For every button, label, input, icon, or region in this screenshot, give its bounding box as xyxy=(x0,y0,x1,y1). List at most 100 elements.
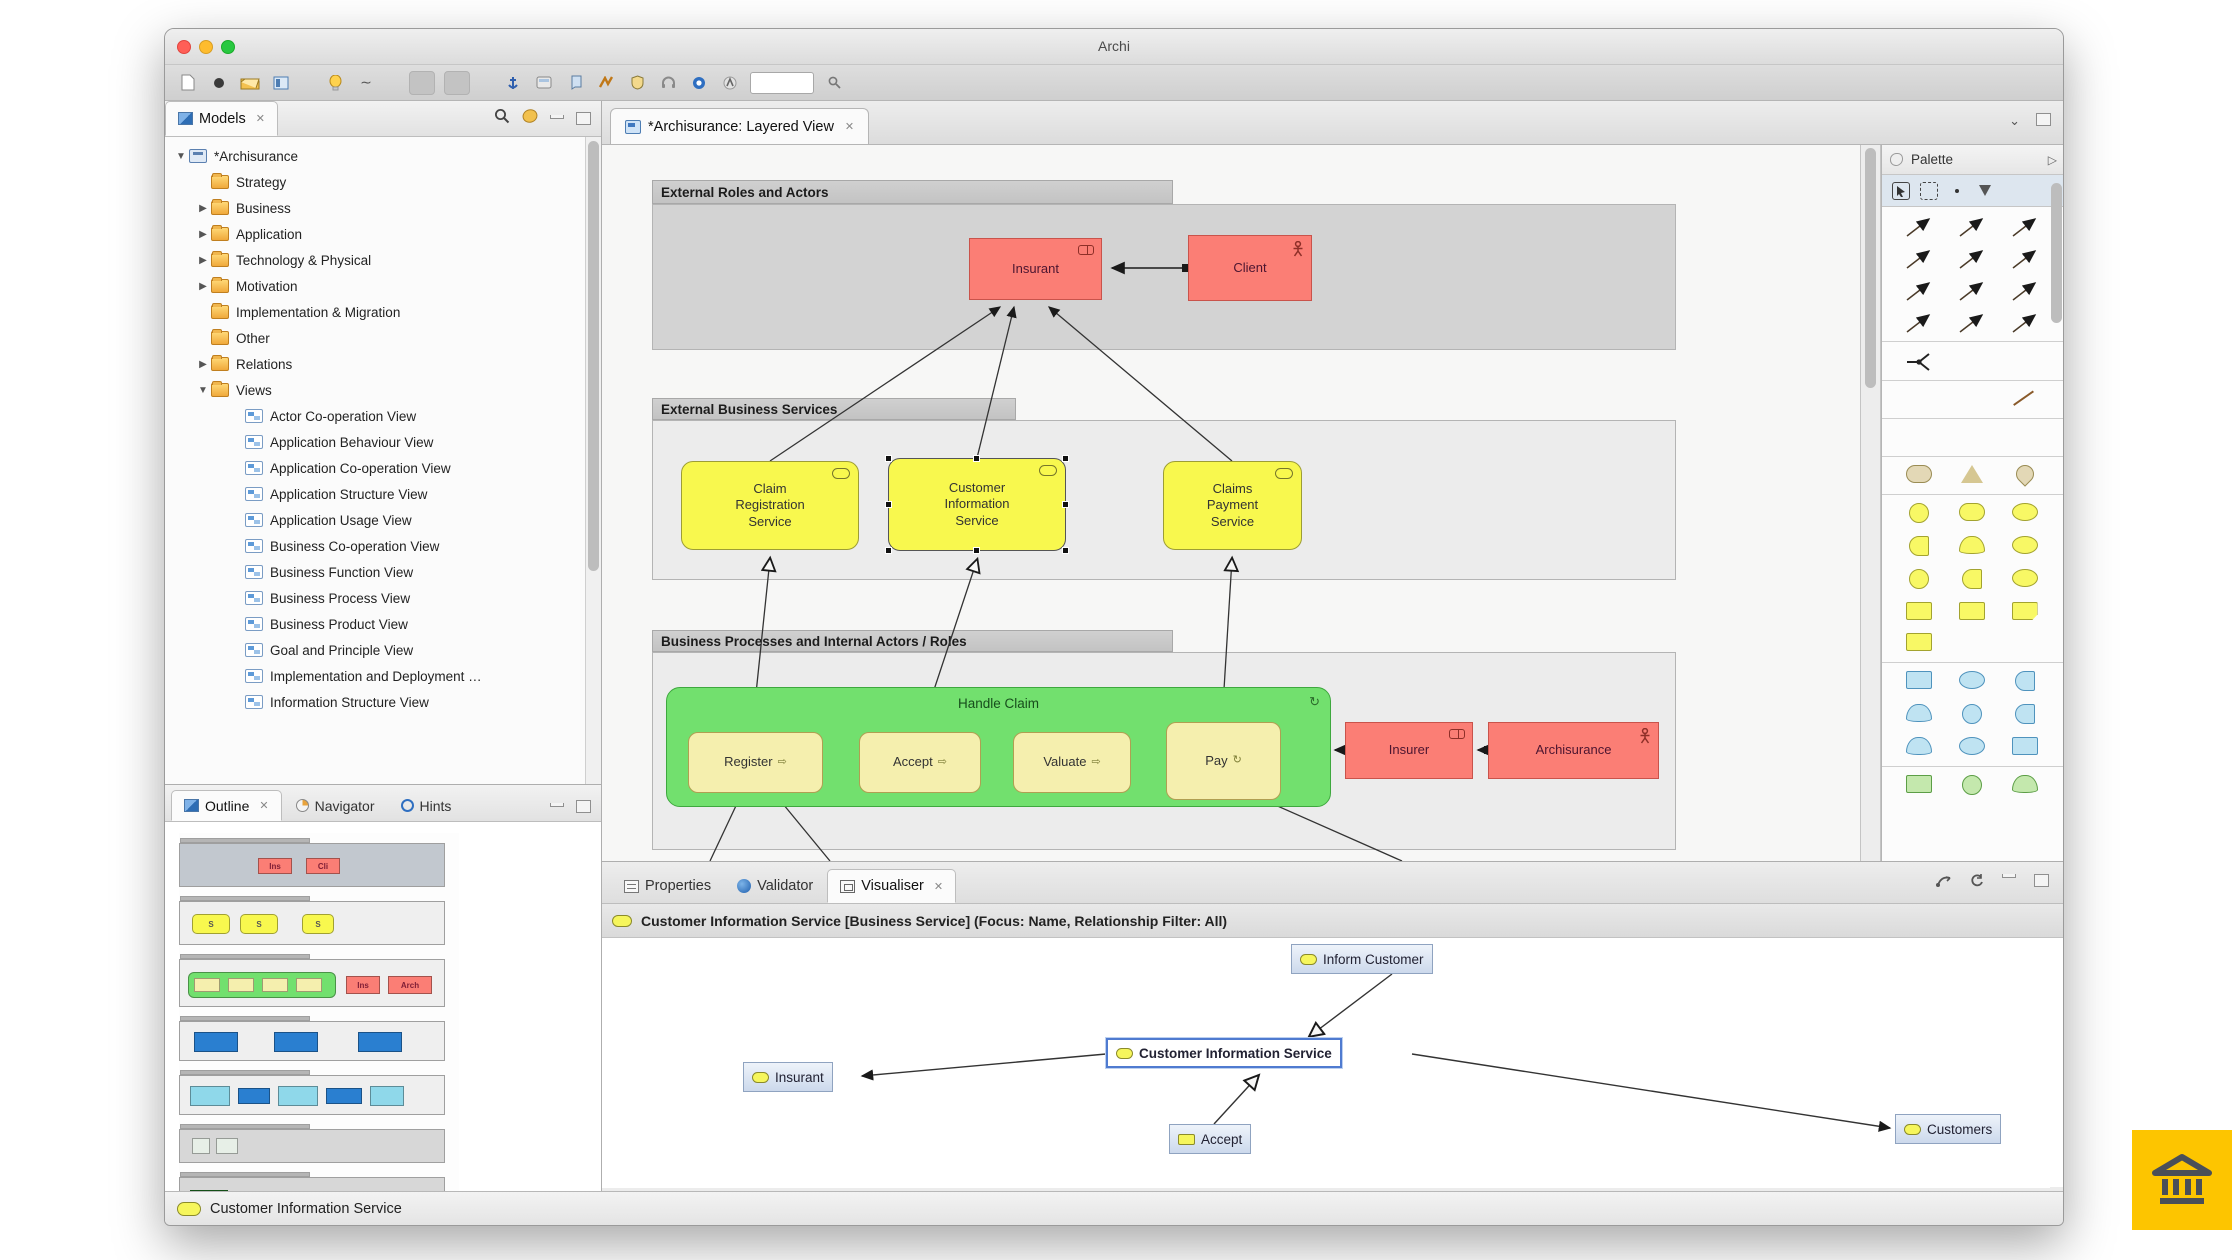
tree-item[interactable]: ▶ Application xyxy=(165,221,585,247)
tree-item[interactable]: ▶ Relations xyxy=(165,351,585,377)
link-selection-icon[interactable] xyxy=(1936,874,1952,891)
business-element-tool[interactable] xyxy=(1959,602,1985,625)
relation-tool[interactable] xyxy=(1904,215,1934,239)
maximize-panel-icon[interactable] xyxy=(576,112,591,125)
expand-arrow-icon[interactable]: ▶ xyxy=(195,203,211,214)
tree-item[interactable]: ▶ Motivation xyxy=(165,273,585,299)
close-icon[interactable]: ✕ xyxy=(256,112,265,125)
tab-models[interactable]: Models ✕ xyxy=(165,101,278,136)
tree-item[interactable]: Actor Co-operation View xyxy=(165,403,585,429)
tree-item[interactable]: Other xyxy=(165,325,585,351)
tree-item[interactable]: ▼ Views xyxy=(165,377,585,403)
tree-item[interactable]: Business Product View xyxy=(165,611,585,637)
tab-layered-view[interactable]: *Archisurance: Layered View ✕ xyxy=(610,108,869,144)
palette-header[interactable]: Palette ▷ xyxy=(1882,145,2064,175)
window-tool-icon[interactable] xyxy=(533,72,555,94)
palette-scrollbar[interactable] xyxy=(2050,179,2063,855)
expand-arrow-icon[interactable]: ▶ xyxy=(195,281,211,292)
relation-tool[interactable] xyxy=(2010,311,2040,335)
element-insurant[interactable]: Insurant xyxy=(969,238,1102,300)
vis-node-customer-information-service[interactable]: Customer Information Service xyxy=(1106,1038,1342,1068)
element-accept[interactable]: Accept⇨ xyxy=(859,732,981,793)
relation-tool[interactable] xyxy=(1904,311,1934,335)
shield-icon[interactable] xyxy=(626,72,648,94)
marquee-tool[interactable] xyxy=(1920,182,1938,200)
business-element-tool[interactable] xyxy=(1909,503,1929,528)
expand-arrow-icon[interactable]: ▶ xyxy=(195,359,211,370)
tab-visualiser[interactable]: Visualiser ✕ xyxy=(827,869,956,903)
canvas-scrollbar-thumb[interactable] xyxy=(1865,148,1876,388)
tree-item[interactable]: Goal and Principle View xyxy=(165,637,585,663)
vis-node-customers[interactable]: Customers xyxy=(1895,1114,2001,1144)
technology-element-tool[interactable] xyxy=(2012,775,2038,800)
vis-node-inform-customer[interactable]: Inform Customer xyxy=(1291,944,1433,974)
relation-tool[interactable] xyxy=(1957,311,1987,335)
technology-element-tool[interactable] xyxy=(1962,775,1982,800)
vis-node-accept[interactable]: Accept xyxy=(1169,1124,1251,1154)
application-element-tool[interactable] xyxy=(2015,671,2035,696)
application-element-tool[interactable] xyxy=(1906,737,1932,760)
maximize-panel-icon[interactable] xyxy=(2034,874,2049,887)
tree-item[interactable]: ▼ *Archisurance xyxy=(165,143,585,169)
expand-arrow-icon[interactable]: ▼ xyxy=(173,151,189,162)
selection-handle[interactable] xyxy=(1062,501,1069,508)
sketch-tool-icon[interactable] xyxy=(595,72,617,94)
tab-hints[interactable]: Hints xyxy=(389,790,464,821)
tree-item[interactable]: Implementation & Migration xyxy=(165,299,585,325)
relation-tool[interactable] xyxy=(2010,279,2040,303)
refresh-icon[interactable] xyxy=(1970,874,1984,891)
annotation-tool[interactable] xyxy=(2012,389,2038,412)
close-icon[interactable]: ✕ xyxy=(259,799,268,812)
business-element-tool[interactable] xyxy=(1906,633,1932,656)
other-element-tool[interactable] xyxy=(1910,427,1928,450)
vis-node-insurant[interactable]: Insurant xyxy=(743,1062,833,1092)
application-element-tool[interactable] xyxy=(1959,737,1985,760)
business-element-tool[interactable] xyxy=(2012,602,2038,625)
application-element-tool[interactable] xyxy=(1959,671,1985,696)
other-element-tool[interactable] xyxy=(1959,427,1985,450)
close-icon[interactable]: ✕ xyxy=(934,880,943,893)
close-icon[interactable]: ✕ xyxy=(845,120,854,133)
junction-tool[interactable] xyxy=(1904,350,1934,374)
business-element-tool[interactable] xyxy=(1962,569,1982,594)
new-file-icon[interactable] xyxy=(177,72,199,94)
application-element-tool[interactable] xyxy=(1906,671,1932,696)
application-element-tool[interactable] xyxy=(2015,704,2035,729)
tree-item[interactable]: Application Structure View xyxy=(165,481,585,507)
minimize-panel-icon[interactable] xyxy=(550,803,564,807)
element-archisurance[interactable]: Archisurance xyxy=(1488,722,1659,779)
tree-item[interactable]: Business Process View xyxy=(165,585,585,611)
expand-arrow-icon[interactable]: ▶ xyxy=(195,255,211,266)
tree-item[interactable]: Implementation and Deployment … xyxy=(165,663,585,689)
relation-tool[interactable] xyxy=(1957,279,1987,303)
strategy-element-tool[interactable] xyxy=(1906,465,1932,488)
relation-tool[interactable] xyxy=(1957,215,1987,239)
business-element-tool[interactable] xyxy=(2012,536,2038,561)
relation-tool[interactable] xyxy=(2010,215,2040,239)
plugin-o-icon[interactable] xyxy=(688,72,710,94)
open-folder-icon[interactable] xyxy=(239,72,261,94)
strategy-element-tool[interactable] xyxy=(2016,465,2034,488)
tree-item[interactable]: Application Co-operation View xyxy=(165,455,585,481)
business-element-tool[interactable] xyxy=(1906,602,1932,625)
search-icon[interactable] xyxy=(494,108,510,129)
palette-scrollbar-thumb[interactable] xyxy=(2051,183,2062,323)
tab-outline[interactable]: Outline ✕ xyxy=(171,790,282,821)
tab-navigator[interactable]: Navigator xyxy=(284,790,387,821)
models-scrollbar-thumb[interactable] xyxy=(588,141,599,571)
tree-item[interactable]: ▶ Business xyxy=(165,195,585,221)
properties-view-icon[interactable] xyxy=(270,72,292,94)
tab-properties[interactable]: Properties xyxy=(612,869,723,903)
selection-handle[interactable] xyxy=(973,455,980,462)
canvas-scrollbar[interactable] xyxy=(1860,145,1881,861)
plugin-a-icon[interactable] xyxy=(719,72,741,94)
tree-item[interactable]: Information Structure View xyxy=(165,689,585,715)
editor-menu-icon[interactable]: ⌄ xyxy=(2009,113,2020,129)
annotation-tool[interactable] xyxy=(1959,389,1985,412)
selection-handle[interactable] xyxy=(1062,547,1069,554)
lamp-icon[interactable] xyxy=(324,72,346,94)
format-painter-tool[interactable] xyxy=(1948,182,1966,200)
select-tool[interactable] xyxy=(1892,182,1910,200)
outline-thumbnail[interactable]: Ins Cli S S S Ins Arch xyxy=(179,833,459,1203)
search-go-icon[interactable] xyxy=(823,72,845,94)
